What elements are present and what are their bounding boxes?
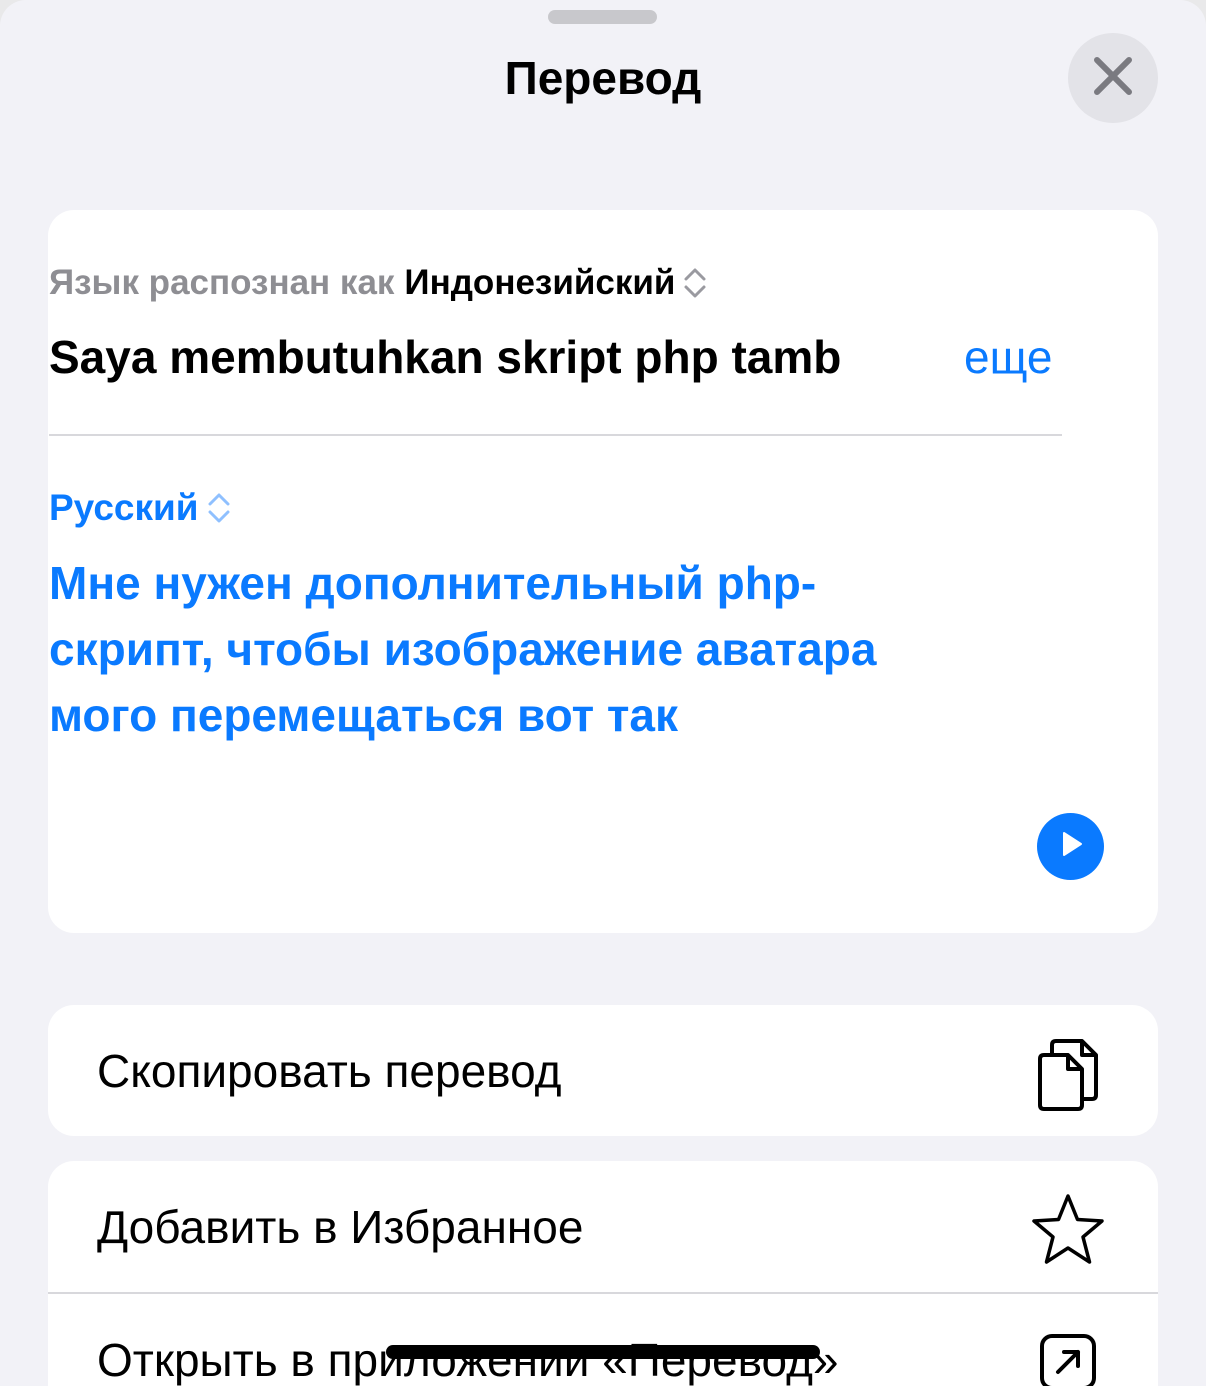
target-language-selector[interactable]: Русский: [49, 485, 231, 531]
close-icon: [1093, 56, 1133, 101]
sheet-title: Перевод: [504, 52, 702, 104]
chevron-updown-icon: [683, 266, 707, 300]
open-in-app-row[interactable]: Открыть в приложении «Перевод»: [48, 1294, 1158, 1386]
arrow-up-right-square-icon: [1028, 1322, 1108, 1386]
detected-language-prefix: Язык распознан как: [49, 263, 395, 302]
target-language-name: Русский: [49, 487, 199, 528]
close-button[interactable]: [1068, 33, 1158, 123]
source-text: Saya membutuhkan skript php tamb: [49, 331, 842, 383]
sheet-grabber[interactable]: [548, 10, 657, 24]
copy-card: Скопировать перевод: [48, 1005, 1158, 1136]
detected-language-name: Индонезийский: [404, 263, 676, 302]
copy-translation-label: Скопировать перевод: [97, 1045, 562, 1097]
home-indicator[interactable]: [386, 1345, 820, 1359]
add-to-favorites-row[interactable]: Добавить в Избранное: [48, 1161, 1158, 1292]
copy-icon: [1028, 1033, 1108, 1113]
star-icon: [1028, 1189, 1108, 1269]
chevron-updown-icon: [207, 491, 231, 525]
source-language-selector[interactable]: Язык распознан как Индонезийский: [49, 261, 707, 305]
source-text-fade: [840, 329, 940, 385]
play-icon: [1057, 830, 1085, 863]
translation-sheet: Перевод Язык распознан как Индонезийский…: [0, 0, 1206, 1386]
open-in-app-label: Открыть в приложении «Перевод»: [97, 1334, 839, 1386]
translated-text: Мне нужен дополнительный php-скрипт, что…: [49, 557, 877, 741]
card-divider: [49, 434, 1062, 436]
copy-translation-row[interactable]: Скопировать перевод: [48, 1005, 1158, 1136]
add-to-favorites-label: Добавить в Избранное: [97, 1201, 584, 1253]
show-more-link[interactable]: еще: [964, 329, 1053, 385]
play-button[interactable]: [1037, 813, 1104, 880]
